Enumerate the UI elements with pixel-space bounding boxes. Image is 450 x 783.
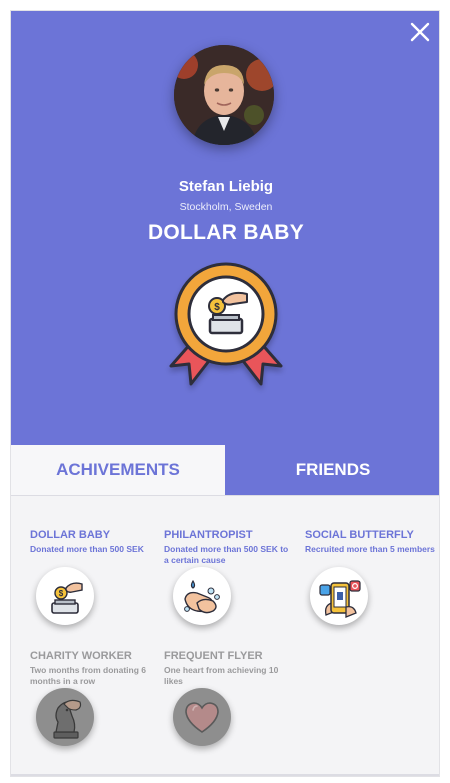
- profile-header: Stefan Liebig Stockholm, Sweden DOLLAR B…: [11, 11, 439, 445]
- achievement-philantropist: PHILANTROPIST Donated more than 500 SEK …: [164, 529, 292, 566]
- achievement-title: CHARITY WORKER: [30, 650, 132, 662]
- hand-wash-icon: [184, 579, 220, 614]
- divider: [11, 495, 439, 496]
- profile-modal: Stefan Liebig Stockholm, Sweden DOLLAR B…: [10, 10, 440, 777]
- svg-text:$: $: [214, 302, 220, 313]
- badge-philantropist[interactable]: [173, 567, 231, 625]
- achievement-description: Donated more than 500 SEK: [30, 544, 144, 554]
- achievement-social-butterfly: SOCIAL BUTTERFLY Recruited more than 5 m…: [305, 529, 439, 555]
- tab-bar: ACHIVEMENTS FRIENDS: [11, 445, 439, 495]
- achievement-charity-worker: CHARITY WORKER Two months from donating …: [30, 650, 158, 687]
- achievement-title: PHILANTROPIST: [164, 529, 253, 541]
- badge-dollar-baby[interactable]: $: [36, 567, 94, 625]
- profile-name: Stefan Liebig: [178, 178, 274, 195]
- heart-icon: [185, 702, 219, 733]
- badge-social-butterfly[interactable]: [310, 567, 368, 625]
- achievement-title: DOLLAR BABY: [30, 529, 111, 541]
- achievement-description: Donated more than 500 SEK to a certain c…: [164, 544, 289, 565]
- achievement-title: SOCIAL BUTTERFLY: [305, 529, 414, 541]
- avatar: [174, 45, 274, 145]
- close-icon[interactable]: [408, 20, 432, 44]
- profile-location: Stockholm, Sweden: [179, 201, 273, 213]
- chess-knight-icon: [53, 699, 82, 739]
- badge-frequent-flyer[interactable]: [173, 688, 231, 746]
- social-phone-icon: [319, 580, 361, 618]
- achievement-frequent-flyer: FREQUENT FLYER One heart from achieving …: [164, 650, 292, 687]
- achievement-dollar-baby: DOLLAR BABY Donated more than 500 SEK: [30, 529, 160, 555]
- achievement-description: Two months from donating 6 months in a r…: [30, 665, 146, 686]
- tab-achievements[interactable]: ACHIVEMENTS: [11, 445, 225, 495]
- achievement-description: Recruited more than 5 members: [305, 544, 435, 554]
- bottom-divider: [11, 774, 439, 776]
- svg-text:$: $: [59, 589, 64, 598]
- achievement-title: FREQUENT FLYER: [164, 650, 263, 662]
- achievement-description: One heart from achieving 10 likes: [164, 665, 279, 686]
- coin-jar-icon: $: [51, 582, 83, 614]
- badge-charity-worker[interactable]: [36, 688, 94, 746]
- medal-icon: $: [169, 262, 283, 386]
- tab-friends[interactable]: FRIENDS: [225, 445, 439, 495]
- current-achievement-title: DOLLAR BABY: [147, 221, 305, 244]
